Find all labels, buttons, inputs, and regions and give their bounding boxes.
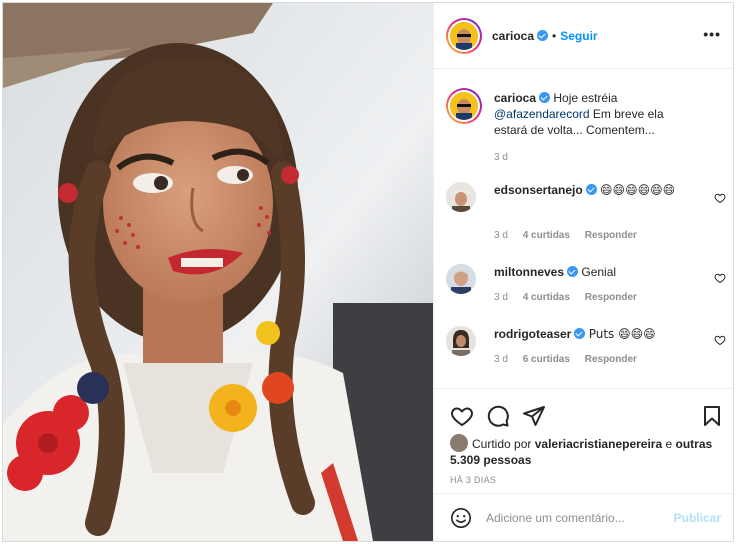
emoji-icon[interactable] <box>450 507 472 529</box>
post-timestamp[interactable]: HÁ 3 DIAS <box>450 475 496 485</box>
commenter-avatar[interactable] <box>446 264 476 294</box>
verified-badge-icon <box>537 30 549 41</box>
commenter-avatar[interactable] <box>446 326 476 356</box>
comment-meta: 3 d 6 curtidas Responder <box>494 354 649 365</box>
post-photo-illustration <box>3 3 433 541</box>
comment-content: 😄😄😄😄😄😄 <box>600 183 676 197</box>
caption-username[interactable]: carioca <box>494 91 536 105</box>
author-avatar-image <box>450 21 478 50</box>
author-username[interactable]: carioca <box>492 29 534 43</box>
caption-text: carioca Hoje estréia @afazendarecord Em … <box>494 90 700 138</box>
heart-icon[interactable] <box>450 404 474 428</box>
comment-text: miltonneves Genial <box>494 264 700 280</box>
post-header: carioca • Seguir ••• <box>434 3 733 69</box>
liker-username[interactable]: valeriacristianepereira <box>535 437 662 451</box>
comment-content: Genial <box>581 265 617 279</box>
separator-dot: • <box>552 28 557 43</box>
comment-content: Puts 😄😄😄 <box>588 327 656 341</box>
follow-button[interactable]: Seguir <box>560 29 597 43</box>
reply-button[interactable]: Responder <box>585 230 637 241</box>
comment-time[interactable]: 3 d <box>494 354 508 365</box>
verified-badge-icon <box>585 184 597 195</box>
comment-likes[interactable]: 4 curtidas <box>523 230 570 241</box>
post-actions: Curtido por valeriacristianepereira e ou… <box>434 388 733 493</box>
comment-username[interactable]: miltonneves <box>494 265 564 279</box>
post-photo[interactable] <box>3 3 433 541</box>
caption-mention-link[interactable]: @afazendarecord <box>494 107 590 121</box>
caption-time[interactable]: 3 d <box>494 152 508 163</box>
comment-input[interactable] <box>486 508 666 528</box>
caption-text-before: Hoje estréia <box>553 91 618 105</box>
likes-summary: Curtido por valeriacristianepereira e ou… <box>450 434 726 468</box>
comment-likes[interactable]: 4 curtidas <box>523 292 570 303</box>
caption-avatar[interactable] <box>446 88 482 124</box>
share-icon[interactable] <box>522 404 546 428</box>
author-avatar[interactable] <box>446 17 482 54</box>
comment-username[interactable]: edsonsertanejo <box>494 183 583 197</box>
instagram-post-window: carioca • Seguir ••• carioca Hoje estréi… <box>2 2 734 542</box>
comment-time[interactable]: 3 d <box>494 230 508 241</box>
comment-like-heart-icon[interactable] <box>714 334 726 346</box>
comment-text: edsonsertanejo 😄😄😄😄😄😄 <box>494 182 700 198</box>
reply-button[interactable]: Responder <box>585 354 637 365</box>
reply-button[interactable]: Responder <box>585 292 637 303</box>
comments-list[interactable]: carioca Hoje estréia @afazendarecord Em … <box>434 70 733 388</box>
caption-meta: 3 d <box>494 152 520 163</box>
add-comment-bar: Publicar <box>434 493 733 541</box>
comment-like-heart-icon[interactable] <box>714 192 726 204</box>
liker-avatar[interactable] <box>450 434 468 452</box>
comment-like-heart-icon[interactable] <box>714 272 726 284</box>
bookmark-icon[interactable] <box>700 404 724 428</box>
comment-username[interactable]: rodrigoteaser <box>494 327 571 341</box>
comment-text: rodrigoteaser Puts 😄😄😄 <box>494 326 700 342</box>
comment-icon[interactable] <box>486 404 510 428</box>
commenter-avatar[interactable] <box>446 182 476 212</box>
post-side-panel: carioca • Seguir ••• carioca Hoje estréi… <box>433 3 733 541</box>
comment-meta: 3 d 4 curtidas Responder <box>494 230 649 241</box>
verified-badge-icon <box>574 328 586 339</box>
more-options-icon[interactable]: ••• <box>703 27 721 41</box>
publish-button[interactable]: Publicar <box>674 511 721 525</box>
verified-badge-icon <box>539 92 551 103</box>
verified-badge-icon <box>567 266 579 277</box>
comment-time[interactable]: 3 d <box>494 292 508 303</box>
comment-likes[interactable]: 6 curtidas <box>523 354 570 365</box>
comment-meta: 3 d 4 curtidas Responder <box>494 292 649 303</box>
